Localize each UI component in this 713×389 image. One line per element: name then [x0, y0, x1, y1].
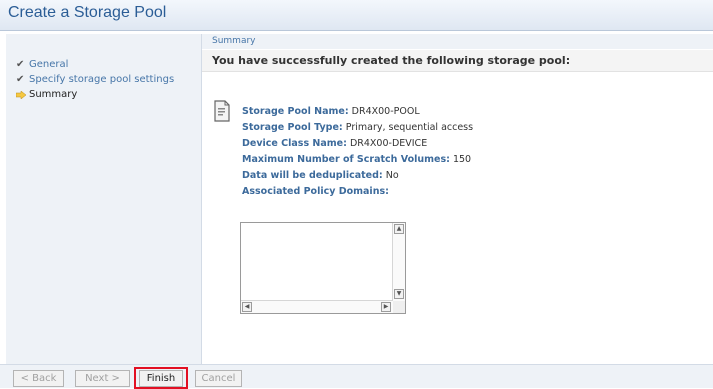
step-label: Summary: [29, 89, 78, 100]
detail-label: Device Class Name:: [242, 138, 347, 149]
wizard-footer: < Back Next > Finish Cancel: [0, 364, 713, 389]
detail-row: Device Class Name: DR4X00-DEVICE: [242, 138, 473, 154]
checkmark-icon: ✔: [16, 74, 25, 85]
detail-label: Associated Policy Domains:: [242, 186, 389, 197]
success-message: You have successfully created the follow…: [202, 50, 713, 72]
detail-value: Primary, sequential access: [345, 122, 474, 133]
scrollbar-corner: [393, 301, 405, 313]
step-label: Specify storage pool settings: [29, 74, 175, 85]
wizard-steps: ✔ General ✔ Specify storage pool setting…: [16, 59, 174, 104]
scroll-up-icon[interactable]: ▲: [394, 224, 404, 234]
detail-row: Storage Pool Name: DR4X00-POOL: [242, 106, 473, 122]
detail-row: Associated Policy Domains:: [242, 186, 473, 202]
wizard-sidebar: ✔ General ✔ Specify storage pool setting…: [6, 34, 202, 364]
current-step-arrow-icon: [16, 91, 26, 99]
cancel-button[interactable]: Cancel: [195, 370, 242, 387]
step-summary[interactable]: Summary: [16, 89, 174, 104]
main-content: Summary You have successfully created th…: [202, 34, 713, 364]
scroll-down-icon[interactable]: ▼: [394, 289, 404, 299]
detail-label: Data will be deduplicated:: [242, 170, 383, 181]
detail-value: DR4X00-DEVICE: [349, 138, 428, 149]
detail-row: Storage Pool Type: Primary, sequential a…: [242, 122, 473, 138]
scroll-left-icon[interactable]: ◀: [242, 302, 252, 312]
title-bar: Create a Storage Pool: [0, 0, 713, 31]
policy-domains-list[interactable]: ▲ ▼ ◀ ▶: [240, 222, 406, 314]
detail-label: Maximum Number of Scratch Volumes:: [242, 154, 450, 165]
section-header: Summary: [202, 34, 713, 49]
scroll-right-icon[interactable]: ▶: [381, 302, 391, 312]
detail-value: DR4X00-POOL: [351, 106, 420, 117]
detail-value: No: [385, 170, 399, 181]
detail-label: Storage Pool Name:: [242, 106, 349, 117]
checkmark-icon: ✔: [16, 59, 25, 70]
detail-row: Maximum Number of Scratch Volumes: 150: [242, 154, 473, 170]
detail-label: Storage Pool Type:: [242, 122, 343, 133]
back-button[interactable]: < Back: [13, 370, 64, 387]
step-label: General: [29, 59, 69, 70]
pool-details: Storage Pool Name: DR4X00-POOL Storage P…: [242, 106, 473, 202]
vertical-scrollbar[interactable]: ▲ ▼: [392, 223, 405, 301]
step-general[interactable]: ✔ General: [16, 59, 174, 74]
horizontal-scrollbar[interactable]: ◀ ▶: [241, 300, 393, 313]
step-settings[interactable]: ✔ Specify storage pool settings: [16, 74, 174, 89]
document-icon: [214, 100, 230, 122]
detail-row: Data will be deduplicated: No: [242, 170, 473, 186]
next-button[interactable]: Next >: [75, 370, 130, 387]
finish-button[interactable]: Finish: [139, 370, 183, 387]
detail-value: 150: [452, 154, 472, 165]
page-title: Create a Storage Pool: [8, 4, 167, 21]
